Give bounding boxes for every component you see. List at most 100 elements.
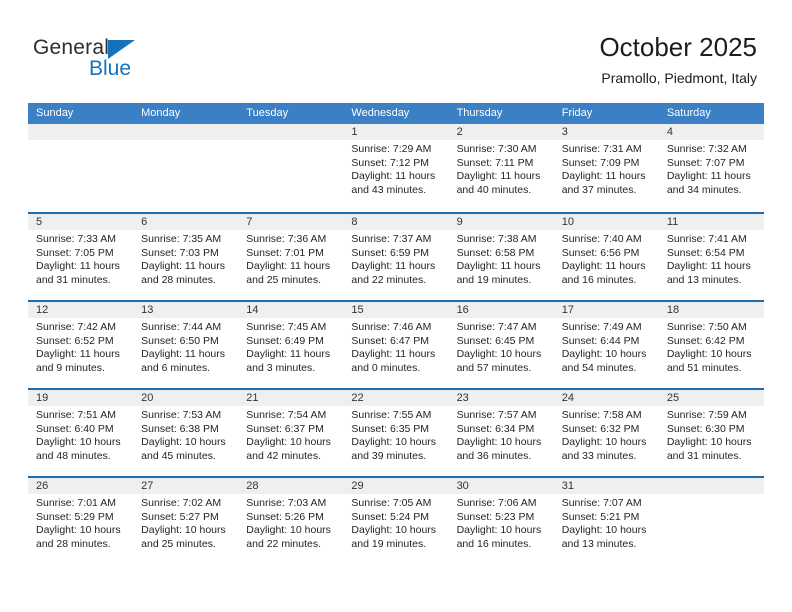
day-daylight-2-text: and 37 minutes. xyxy=(561,183,637,196)
day-details: Sunrise: 7:31 AM Sunset: 7:09 PM Daylight:… xyxy=(554,140,659,197)
day-details: Sunrise: 7:35 AM Sunset: 7:03 PM Daylight:… xyxy=(133,230,238,287)
calendar-day-cell[interactable]: 23 Sunrise: 7:57 AM Sunset: 6:34 PM Dayligh… xyxy=(448,390,554,476)
day-sunset-text: Sunset: 6:45 PM xyxy=(456,334,535,347)
day-number: 30 xyxy=(448,478,554,494)
weekday-wednesday: Wednesday xyxy=(351,107,410,119)
day-details: Sunrise: 7:30 AM Sunset: 7:11 PM Daylight:… xyxy=(449,140,554,197)
day-number: 19 xyxy=(28,390,134,406)
calendar-day-cell[interactable]: 28 Sunrise: 7:03 AM Sunset: 5:26 PM Dayligh… xyxy=(238,478,344,564)
day-daylight-1-text: Daylight: 11 hours xyxy=(351,260,436,273)
day-daylight-1-text: Daylight: 10 hours xyxy=(36,436,121,449)
calendar-day-cell[interactable]: 30 Sunrise: 7:06 AM Sunset: 5:23 PM Dayligh… xyxy=(448,478,554,564)
day-daylight-1-text: Daylight: 11 hours xyxy=(246,348,331,361)
day-daylight-1-text: Daylight: 11 hours xyxy=(246,260,331,273)
calendar-day-cell[interactable]: 14 Sunrise: 7:45 AM Sunset: 6:49 PM Dayligh… xyxy=(238,302,344,388)
day-daylight-1-text: Daylight: 10 hours xyxy=(36,524,121,537)
calendar-week-row: 5 Sunrise: 7:33 AM Sunset: 7:05 PM Daylight… xyxy=(28,212,764,300)
calendar-day-cell[interactable]: 31 Sunrise: 7:07 AM Sunset: 5:21 PM Dayligh… xyxy=(553,478,659,564)
calendar-day-cell[interactable]: 1 Sunrise: 7:29 AM Sunset: 7:12 PM Daylight… xyxy=(343,124,449,212)
day-details: Sunrise: 7:49 AM Sunset: 6:44 PM Daylight:… xyxy=(554,318,659,375)
calendar-day-cell[interactable]: 17 Sunrise: 7:49 AM Sunset: 6:44 PM Dayligh… xyxy=(553,302,659,388)
day-sunset-text: Sunset: 6:38 PM xyxy=(141,422,219,435)
calendar-weeks: 1 Sunrise: 7:29 AM Sunset: 7:12 PM Daylight… xyxy=(28,124,764,564)
day-details: Sunrise: 7:40 AM Sunset: 6:56 PM Daylight:… xyxy=(554,230,659,287)
calendar-day-cell[interactable]: 15 Sunrise: 7:46 AM Sunset: 6:47 PM Dayligh… xyxy=(343,302,449,388)
calendar-day-cell[interactable]: 10 Sunrise: 7:40 AM Sunset: 6:56 PM Dayligh… xyxy=(553,214,659,300)
calendar-day-cell[interactable]: 19 Sunrise: 7:51 AM Sunset: 6:40 PM Dayligh… xyxy=(28,390,134,476)
calendar-day-cell[interactable]: 16 Sunrise: 7:47 AM Sunset: 6:45 PM Dayligh… xyxy=(448,302,554,388)
day-sunset-text: Sunset: 6:56 PM xyxy=(561,246,640,259)
calendar-day-cell[interactable]: 24 Sunrise: 7:58 AM Sunset: 6:32 PM Dayligh… xyxy=(553,390,659,476)
day-sunset-text: Sunset: 7:11 PM xyxy=(456,156,534,169)
brand-name-bottom: Blue xyxy=(89,57,132,80)
calendar-day-cell[interactable]: 4 Sunrise: 7:32 AM Sunset: 7:07 PM Daylight… xyxy=(658,124,764,212)
day-daylight-2-text: and 43 minutes. xyxy=(351,183,427,196)
calendar-day-cell[interactable]: 29 Sunrise: 7:05 AM Sunset: 5:24 PM Dayligh… xyxy=(343,478,449,564)
calendar-day-cell[interactable]: 5 Sunrise: 7:33 AM Sunset: 7:05 PM Daylight… xyxy=(28,214,134,300)
day-details: Sunrise: 7:01 AM Sunset: 5:29 PM Daylight:… xyxy=(28,494,133,551)
calendar-day-cell[interactable]: 3 Sunrise: 7:31 AM Sunset: 7:09 PM Daylight… xyxy=(553,124,659,212)
day-daylight-2-text: and 22 minutes. xyxy=(246,537,321,550)
day-sunset-text: Sunset: 7:01 PM xyxy=(246,246,324,259)
day-details: Sunrise: 7:51 AM Sunset: 6:40 PM Daylight:… xyxy=(28,406,133,463)
day-details: Sunrise: 7:06 AM Sunset: 5:23 PM Daylight:… xyxy=(449,494,554,551)
day-daylight-2-text: and 39 minutes. xyxy=(351,449,427,462)
day-number: 27 xyxy=(133,478,239,494)
day-sunset-text: Sunset: 6:54 PM xyxy=(666,246,745,259)
calendar-day-cell-empty xyxy=(28,124,134,212)
day-daylight-1-text: Daylight: 10 hours xyxy=(456,524,542,537)
day-details: Sunrise: 7:53 AM Sunset: 6:38 PM Daylight:… xyxy=(133,406,238,463)
calendar-day-cell[interactable]: 20 Sunrise: 7:53 AM Sunset: 6:38 PM Dayligh… xyxy=(133,390,239,476)
day-details: Sunrise: 7:02 AM Sunset: 5:27 PM Daylight:… xyxy=(133,494,238,551)
day-sunrise-text: Sunrise: 7:31 AM xyxy=(561,143,642,155)
day-number: 2 xyxy=(448,124,554,140)
day-sunset-text: Sunset: 6:47 PM xyxy=(351,334,430,347)
calendar-page: General Blue October 2025 Pramollo, Pied… xyxy=(0,0,792,612)
day-number xyxy=(133,124,239,140)
calendar-day-cell[interactable]: 8 Sunrise: 7:37 AM Sunset: 6:59 PM Daylight… xyxy=(343,214,449,300)
day-sunset-text: Sunset: 7:05 PM xyxy=(36,246,114,259)
calendar-day-cell[interactable]: 12 Sunrise: 7:42 AM Sunset: 6:52 PM Dayligh… xyxy=(28,302,134,388)
day-number: 28 xyxy=(238,478,344,494)
calendar-day-cell[interactable]: 11 Sunrise: 7:41 AM Sunset: 6:54 PM Dayligh… xyxy=(658,214,764,300)
day-daylight-2-text: and 19 minutes. xyxy=(456,273,532,286)
day-daylight-2-text: and 42 minutes. xyxy=(246,449,321,462)
day-number xyxy=(658,478,764,494)
calendar-day-cell[interactable]: 21 Sunrise: 7:54 AM Sunset: 6:37 PM Dayligh… xyxy=(238,390,344,476)
day-daylight-1-text: Daylight: 11 hours xyxy=(561,260,646,273)
weekday-tuesday: Tuesday xyxy=(246,107,289,119)
day-sunrise-text: Sunrise: 7:06 AM xyxy=(456,497,537,509)
day-number xyxy=(28,124,134,140)
day-daylight-2-text: and 33 minutes. xyxy=(561,449,637,462)
calendar-week-row: 1 Sunrise: 7:29 AM Sunset: 7:12 PM Daylight… xyxy=(28,124,764,212)
day-sunrise-text: Sunrise: 7:50 AM xyxy=(666,321,747,333)
calendar-day-cell[interactable]: 27 Sunrise: 7:02 AM Sunset: 5:27 PM Dayligh… xyxy=(133,478,239,564)
day-details: Sunrise: 7:57 AM Sunset: 6:34 PM Daylight:… xyxy=(449,406,554,463)
calendar-day-cell[interactable]: 7 Sunrise: 7:36 AM Sunset: 7:01 PM Daylight… xyxy=(238,214,344,300)
calendar-day-cell[interactable]: 6 Sunrise: 7:35 AM Sunset: 7:03 PM Daylight… xyxy=(133,214,239,300)
day-daylight-2-text: and 48 minutes. xyxy=(36,449,111,462)
day-daylight-1-text: Daylight: 11 hours xyxy=(456,170,541,183)
day-number: 31 xyxy=(553,478,659,494)
day-sunset-text: Sunset: 7:03 PM xyxy=(141,246,219,259)
day-details: Sunrise: 7:45 AM Sunset: 6:49 PM Daylight:… xyxy=(238,318,343,375)
calendar-day-cell[interactable]: 13 Sunrise: 7:44 AM Sunset: 6:50 PM Dayligh… xyxy=(133,302,239,388)
calendar-day-cell[interactable]: 18 Sunrise: 7:50 AM Sunset: 6:42 PM Dayligh… xyxy=(658,302,764,388)
day-daylight-2-text: and 45 minutes. xyxy=(141,449,216,462)
calendar-day-cell[interactable]: 25 Sunrise: 7:59 AM Sunset: 6:30 PM Dayligh… xyxy=(658,390,764,476)
calendar-day-cell[interactable]: 9 Sunrise: 7:38 AM Sunset: 6:58 PM Daylight… xyxy=(448,214,554,300)
calendar-day-cell[interactable]: 2 Sunrise: 7:30 AM Sunset: 7:11 PM Daylight… xyxy=(448,124,554,212)
day-daylight-2-text: and 6 minutes. xyxy=(141,361,211,374)
weekday-thursday: Thursday xyxy=(456,107,503,119)
day-number: 15 xyxy=(343,302,449,318)
day-daylight-2-text: and 28 minutes. xyxy=(36,537,111,550)
day-number: 12 xyxy=(28,302,134,318)
calendar-day-cell[interactable]: 22 Sunrise: 7:55 AM Sunset: 6:35 PM Dayligh… xyxy=(343,390,449,476)
day-sunset-text: Sunset: 6:30 PM xyxy=(666,422,745,435)
day-daylight-2-text: and 31 minutes. xyxy=(666,449,742,462)
day-details: Sunrise: 7:32 AM Sunset: 7:07 PM Daylight:… xyxy=(659,140,764,197)
calendar-day-cell[interactable]: 26 Sunrise: 7:01 AM Sunset: 5:29 PM Dayligh… xyxy=(28,478,134,564)
brand-logo[interactable]: General Blue xyxy=(33,36,213,86)
day-sunrise-text: Sunrise: 7:47 AM xyxy=(456,321,537,333)
page-header: General Blue October 2025 Pramollo, Pied… xyxy=(0,0,792,100)
